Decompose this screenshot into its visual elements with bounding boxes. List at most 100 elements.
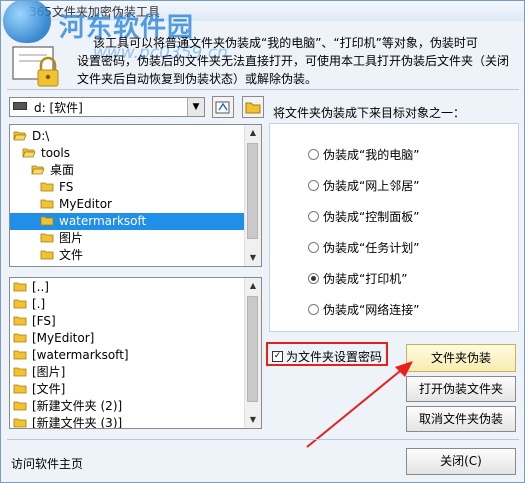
description-line: 该工具可以将普通文件夹伪装成“我的电脑”、“打印机”等对象，伪装时可 xyxy=(93,36,478,50)
checkbox-box[interactable]: ✓ xyxy=(272,351,283,362)
radio-option[interactable]: 伪装成“控制面板” xyxy=(308,209,419,225)
radio-option[interactable]: 伪装成“网上邻居” xyxy=(308,178,419,194)
separator xyxy=(7,439,519,440)
options-title: 将文件夹伪装成下来目标对象之一： xyxy=(273,106,466,120)
folder-icon xyxy=(40,182,54,192)
drive-select[interactable]: d: [软件] ▼ xyxy=(9,97,205,117)
vertical-scrollbar[interactable]: ▲ ▼ xyxy=(244,125,261,266)
radio-button[interactable] xyxy=(308,273,319,284)
folder-icon xyxy=(40,250,54,260)
tree-item-label: 图片 xyxy=(59,231,84,245)
folder-lock-icon xyxy=(12,46,59,87)
new-folder-button[interactable] xyxy=(242,96,264,118)
open-folder-icon xyxy=(13,131,27,141)
folder-icon xyxy=(13,350,27,360)
cancel-disguise-button[interactable]: 取消文件夹伪装 xyxy=(406,406,516,432)
folder-icon xyxy=(13,282,27,292)
list-item-label: [watermarksoft] xyxy=(32,348,129,362)
tree-item[interactable]: 文件 xyxy=(40,247,83,264)
watermark-logo-icon xyxy=(3,1,51,43)
list-item[interactable]: [watermarksoft] xyxy=(13,347,129,364)
vertical-scrollbar[interactable]: ▲ ▼ xyxy=(244,278,261,428)
folder-refresh-icon xyxy=(215,101,230,114)
list-item-label: [..] xyxy=(32,280,49,294)
list-item[interactable]: [.] xyxy=(13,296,45,313)
folder-list[interactable]: [..] [.] [FS] [MyEditor] [watermarksoft] [图片]… xyxy=(9,277,262,429)
list-item[interactable]: [FS] xyxy=(13,313,56,330)
list-item[interactable]: [..] xyxy=(13,279,49,296)
radio-button[interactable] xyxy=(308,304,319,315)
drive-select-value: d: [软件] xyxy=(34,101,83,115)
list-item[interactable]: [新建文件夹 (2)] xyxy=(13,398,122,415)
radio-option[interactable]: 伪装成“我的电脑” xyxy=(308,147,419,163)
tree-item-label: 桌面 xyxy=(50,163,75,177)
radio-button[interactable] xyxy=(308,180,319,191)
separator xyxy=(7,89,519,90)
radio-option-label: 伪装成“控制面板” xyxy=(323,210,420,224)
radio-option-label: 伪装成“我的电脑” xyxy=(323,148,420,162)
radio-option-label: 伪装成“网络连接” xyxy=(323,303,420,317)
radio-option-label: 伪装成“打印机” xyxy=(323,272,408,286)
tree-item[interactable]: watermarksoft xyxy=(10,213,261,230)
open-folder-icon xyxy=(22,148,36,158)
radio-button[interactable] xyxy=(308,211,319,222)
tree-item[interactable]: tools xyxy=(22,145,70,162)
scroll-up-icon[interactable]: ▲ xyxy=(245,125,261,141)
list-item-label: [新建文件夹 (2)] xyxy=(32,399,123,413)
radio-option-label: 伪装成“网上邻居” xyxy=(323,179,420,193)
description-line: 文件夹后自动恢复到伪装状态）或解除伪装。 xyxy=(77,72,318,86)
refresh-folder-button[interactable] xyxy=(212,96,234,118)
folder-tree[interactable]: D:\ tools 桌面 FS MyEditor watermarksoft 图片 文件 ▲ ▼ xyxy=(9,124,262,267)
close-button[interactable]: 关闭(C) xyxy=(406,448,516,475)
disguise-folder-button[interactable]: 文件夹伪装 xyxy=(406,344,516,372)
folder-icon xyxy=(13,333,27,343)
homepage-link[interactable]: 访问软件主页 xyxy=(11,455,83,472)
open-folder-icon xyxy=(31,165,45,175)
list-item-label: [新建文件夹 (3)] xyxy=(32,416,123,429)
tree-item-label: 文件 xyxy=(59,248,84,262)
folder-icon xyxy=(40,216,54,226)
list-item-label: [.] xyxy=(32,297,46,311)
drive-icon xyxy=(13,102,27,110)
open-disguised-folder-button[interactable]: 打开伪装文件夹 xyxy=(406,376,516,402)
folder-icon xyxy=(40,199,54,209)
scroll-down-icon[interactable]: ▼ xyxy=(245,250,261,266)
radio-button[interactable] xyxy=(308,242,319,253)
tree-item[interactable]: 图片 xyxy=(40,230,83,247)
list-item[interactable]: [图片] xyxy=(13,364,65,381)
scroll-up-icon[interactable]: ▲ xyxy=(245,278,261,294)
folder-icon xyxy=(13,316,27,326)
tree-item[interactable]: D:\ xyxy=(13,128,49,145)
list-item-label: [文件] xyxy=(32,382,66,396)
tree-item-label: FS xyxy=(59,180,74,194)
tree-item-label: D:\ xyxy=(32,129,50,143)
radio-button[interactable] xyxy=(308,149,319,160)
list-item[interactable]: [文件] xyxy=(13,381,65,398)
folder-icon xyxy=(40,233,54,243)
folder-icon xyxy=(13,384,27,394)
tree-item[interactable]: FS xyxy=(40,179,73,196)
scroll-thumb[interactable] xyxy=(247,143,258,239)
scroll-down-icon[interactable]: ▼ xyxy=(245,412,261,428)
scroll-thumb[interactable] xyxy=(247,296,258,402)
radio-option-label: 伪装成“任务计划” xyxy=(323,241,420,255)
list-item-label: [FS] xyxy=(32,314,56,328)
chevron-down-icon[interactable]: ▼ xyxy=(187,98,204,116)
list-item-label: [MyEditor] xyxy=(32,331,95,345)
tree-item-label: tools xyxy=(41,146,70,160)
list-item[interactable]: [MyEditor] xyxy=(13,330,94,347)
list-item-label: [图片] xyxy=(32,365,66,379)
red-arrow-annotation xyxy=(306,361,413,448)
tree-item-label: watermarksoft xyxy=(59,214,147,228)
app-window: 365文件夹加密伪装工具 河东软件园 www.pc0359.cn 该工具可以将普… xyxy=(0,0,525,483)
folder-icon xyxy=(13,299,27,309)
folder-icon xyxy=(13,418,27,428)
radio-option[interactable]: 伪装成“网络连接” xyxy=(308,302,419,318)
folder-icon xyxy=(13,367,27,377)
tree-item[interactable]: MyEditor xyxy=(40,196,112,213)
list-item[interactable]: [新建文件夹 (3)] xyxy=(13,415,123,429)
tree-item[interactable]: 桌面 xyxy=(31,162,74,179)
radio-option[interactable]: 伪装成“打印机” xyxy=(308,271,407,287)
description-line: 设置密码，伪装后的文件夹无法直接打开，可使用本工具打开伪装后文件夹（关闭 xyxy=(77,54,510,68)
radio-option[interactable]: 伪装成“任务计划” xyxy=(308,240,419,256)
